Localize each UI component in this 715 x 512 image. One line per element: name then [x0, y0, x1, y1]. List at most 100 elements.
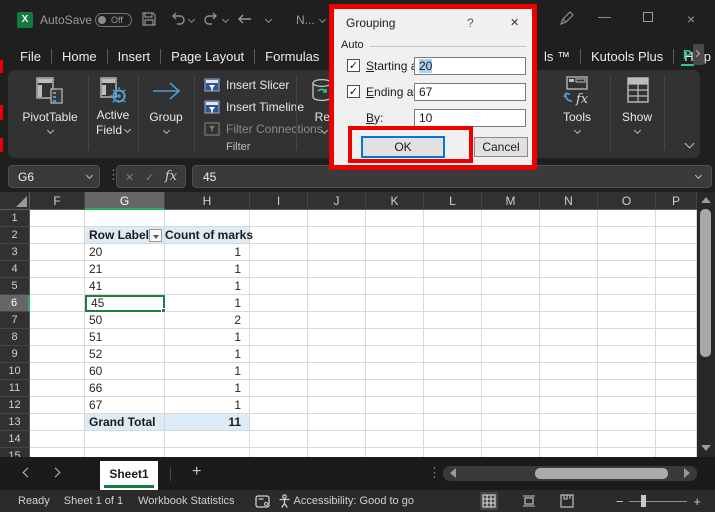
cell-h12[interactable]: 1: [165, 397, 250, 414]
scroll-right-button[interactable]: [684, 468, 690, 478]
cell-empty[interactable]: [424, 329, 482, 346]
tab-insert[interactable]: Insert: [108, 49, 161, 64]
cell-empty[interactable]: [598, 244, 656, 261]
cell-g9[interactable]: 52: [85, 346, 165, 363]
cell-empty[interactable]: [30, 210, 85, 227]
cell-g7[interactable]: 50: [85, 312, 165, 329]
display-settings-icon[interactable]: [255, 495, 270, 508]
cell-empty[interactable]: [30, 244, 85, 261]
column-header-j[interactable]: J: [308, 192, 366, 210]
cell-g2[interactable]: Row Labels: [85, 227, 165, 244]
column-header-p[interactable]: P: [656, 192, 697, 210]
cell-empty[interactable]: [656, 346, 697, 363]
cell-empty[interactable]: [165, 448, 250, 457]
column-header-n[interactable]: N: [540, 192, 598, 210]
cell-empty[interactable]: [540, 346, 598, 363]
row-header-15[interactable]: 15: [0, 448, 30, 457]
doc-name-dropdown-icon[interactable]: [319, 16, 326, 23]
ending-at-input[interactable]: 67: [414, 83, 526, 101]
cell-empty[interactable]: [598, 227, 656, 244]
cell-empty[interactable]: [656, 227, 697, 244]
redo-icon[interactable]: [203, 11, 219, 27]
cell-g6[interactable]: 45: [85, 295, 165, 312]
cell-empty[interactable]: [598, 329, 656, 346]
cell-empty[interactable]: [30, 397, 85, 414]
row-header-1[interactable]: 1: [0, 210, 30, 227]
cell-g11[interactable]: 66: [85, 380, 165, 397]
cell-empty[interactable]: [424, 227, 482, 244]
column-header-l[interactable]: L: [424, 192, 482, 210]
cell-empty[interactable]: [540, 261, 598, 278]
cell-empty[interactable]: [250, 244, 308, 261]
row-header-7[interactable]: 7: [0, 312, 30, 329]
cell-h3[interactable]: 1: [165, 244, 250, 261]
back-arrow-icon[interactable]: [237, 12, 252, 26]
cell-empty[interactable]: [482, 346, 540, 363]
cell-empty[interactable]: [656, 380, 697, 397]
cell-empty[interactable]: [250, 278, 308, 295]
cell-h6[interactable]: 1: [165, 295, 250, 312]
accessibility-status[interactable]: Accessibility: Good to go: [294, 495, 414, 507]
cell-empty[interactable]: [598, 346, 656, 363]
cell-empty[interactable]: [656, 397, 697, 414]
cell-empty[interactable]: [540, 278, 598, 295]
cell-empty[interactable]: [366, 295, 424, 312]
column-header-h[interactable]: H: [165, 192, 250, 210]
view-page-break-button[interactable]: [560, 494, 574, 508]
tab-active-partial[interactable]: P: [681, 47, 694, 66]
cell-empty[interactable]: [30, 448, 85, 457]
active-field-button[interactable]: Active Field: [92, 72, 134, 154]
cell-empty[interactable]: [540, 295, 598, 312]
cell-empty[interactable]: [308, 210, 366, 227]
cell-h11[interactable]: 1: [165, 380, 250, 397]
toolbar-overflow-icon[interactable]: [265, 16, 272, 23]
formula-bar-expand-icon[interactable]: [695, 172, 702, 179]
cell-empty[interactable]: [540, 397, 598, 414]
starting-at-checkbox[interactable]: ✓: [347, 59, 360, 72]
cell-h5[interactable]: 1: [165, 278, 250, 295]
group-button[interactable]: Group: [142, 72, 190, 154]
cell-empty[interactable]: [30, 261, 85, 278]
cell-empty[interactable]: [366, 431, 424, 448]
row-header-13[interactable]: 13: [0, 414, 30, 431]
cell-empty[interactable]: [540, 414, 598, 431]
cell-empty[interactable]: [424, 346, 482, 363]
cell-empty[interactable]: [85, 431, 165, 448]
cell-empty[interactable]: [540, 210, 598, 227]
fill-handle[interactable]: [161, 308, 166, 313]
cell-empty[interactable]: [30, 278, 85, 295]
row-header-12[interactable]: 12: [0, 397, 30, 414]
dialog-close-icon[interactable]: ✕: [510, 16, 519, 29]
cell-empty[interactable]: [598, 278, 656, 295]
insert-timeline-button[interactable]: Insert Timeline: [204, 100, 304, 114]
cell-empty[interactable]: [482, 363, 540, 380]
row-header-2[interactable]: 2: [0, 227, 30, 244]
column-header-g[interactable]: G: [85, 192, 165, 210]
row-header-8[interactable]: 8: [0, 329, 30, 346]
cell-empty[interactable]: [482, 261, 540, 278]
cell-g10[interactable]: 60: [85, 363, 165, 380]
cell-empty[interactable]: [308, 414, 366, 431]
cell-empty[interactable]: [250, 397, 308, 414]
tab-file[interactable]: File: [10, 49, 51, 64]
cell-empty[interactable]: [656, 431, 697, 448]
maximize-button[interactable]: [643, 12, 653, 22]
cell-empty[interactable]: [366, 278, 424, 295]
cell-empty[interactable]: [250, 261, 308, 278]
cell-empty[interactable]: [424, 380, 482, 397]
cell-empty[interactable]: [30, 346, 85, 363]
cell-empty[interactable]: [250, 380, 308, 397]
cell-empty[interactable]: [366, 380, 424, 397]
cell-empty[interactable]: [424, 312, 482, 329]
cell-empty[interactable]: [540, 363, 598, 380]
cell-empty[interactable]: [540, 431, 598, 448]
cell-empty[interactable]: [366, 414, 424, 431]
horizontal-scrollbar[interactable]: [443, 466, 697, 481]
cell-empty[interactable]: [366, 448, 424, 457]
row-header-4[interactable]: 4: [0, 261, 30, 278]
cell-empty[interactable]: [656, 261, 697, 278]
cell-empty[interactable]: [366, 329, 424, 346]
cell-empty[interactable]: [540, 380, 598, 397]
cell-empty[interactable]: [424, 210, 482, 227]
cell-empty[interactable]: [598, 380, 656, 397]
